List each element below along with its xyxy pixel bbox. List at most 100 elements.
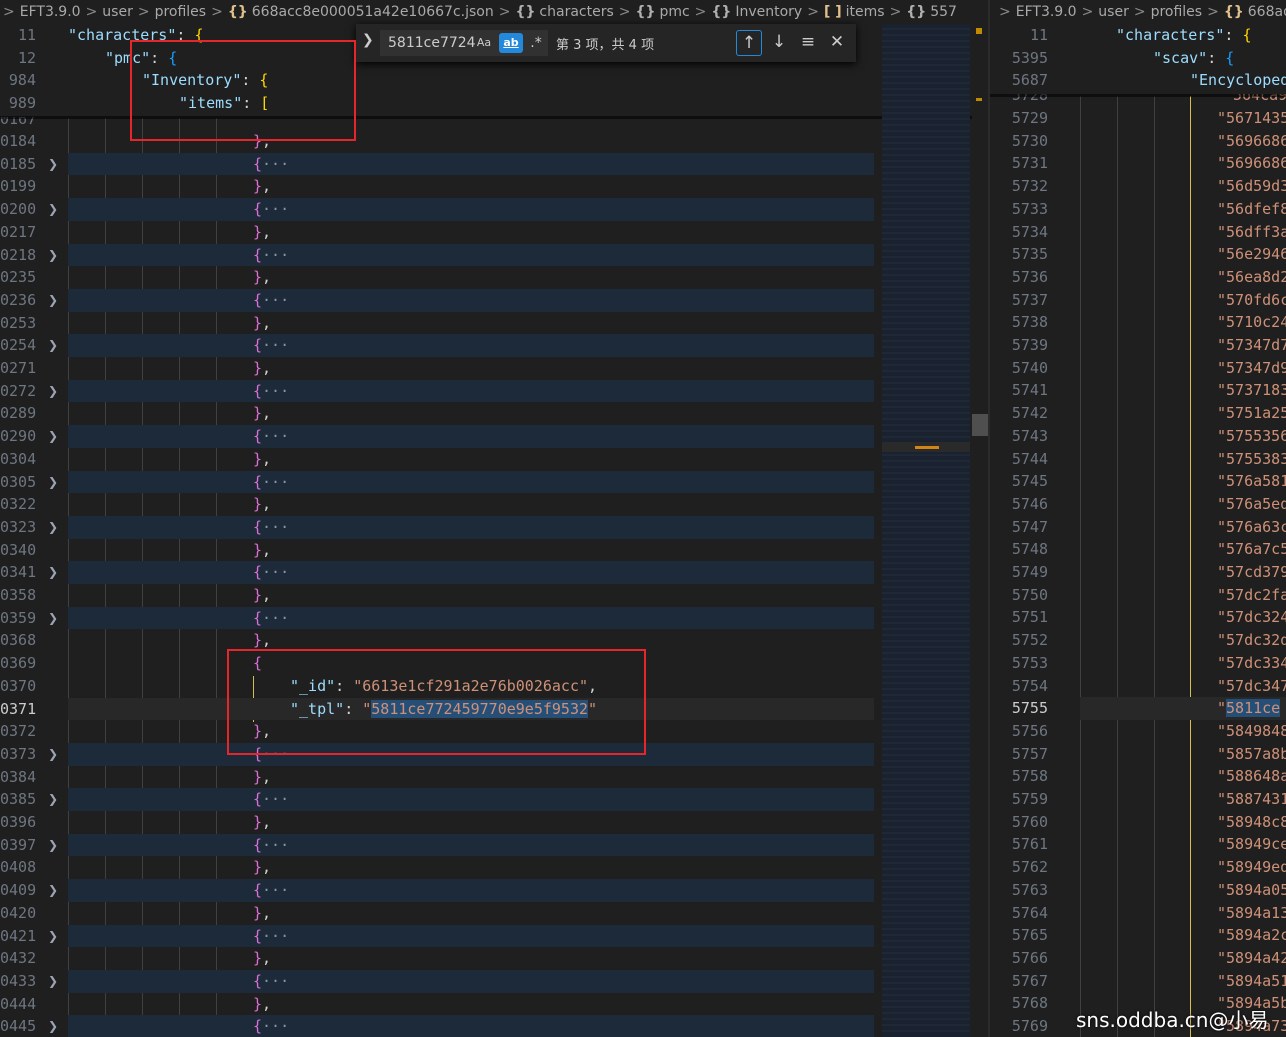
left-editor-pane[interactable]: > EFT3.9.0 > user > profiles >{} 668acc8e000051… (0, 0, 988, 1037)
folded-object-line[interactable]: 0323 ❯ {··· (0, 515, 988, 539)
code-line[interactable]: 5751 "57dc324 (990, 606, 1286, 629)
json-string-value[interactable]: "5737183 (1217, 379, 1286, 402)
breadcrumb-item[interactable]: profiles (155, 0, 207, 24)
json-string-value[interactable]: "5696686 (1217, 130, 1286, 153)
code-line[interactable]: 0271}, (0, 357, 988, 380)
chevron-right-icon[interactable]: ❯ (48, 879, 58, 902)
code-line[interactable]: 5731 "5696686 (990, 152, 1286, 175)
json-string-value[interactable]: "58949ed (1217, 856, 1286, 879)
breadcrumb-item[interactable]: characters (539, 0, 613, 24)
json-string-value[interactable]: "56d59d3 (1217, 175, 1286, 198)
code-line[interactable]: 5755 "5811ce (990, 697, 1286, 720)
code-line[interactable]: 5757 "5857a8b (990, 743, 1286, 766)
json-string-value[interactable]: "5849848 (1217, 720, 1286, 743)
json-string-value[interactable]: "57347d9 (1217, 357, 1286, 380)
json-string-value[interactable]: "5710c24 (1217, 311, 1286, 334)
json-string-value[interactable]: "5894a2c (1217, 924, 1286, 947)
code-line[interactable]: 0340}, (0, 539, 988, 562)
json-string-value[interactable]: "5887431 (1217, 788, 1286, 811)
json-string-value[interactable]: "57dc32d (1217, 629, 1286, 652)
arrow-up-icon[interactable]: ↑ (736, 30, 762, 56)
json-string-value[interactable]: "58948c8 (1217, 811, 1286, 834)
chevron-right-icon[interactable]: ❯ (48, 153, 58, 176)
sticky-line[interactable]: 989 "items": [ (0, 92, 988, 115)
code-line[interactable]: 5729 "5671435 (990, 107, 1286, 130)
whole-word-toggle[interactable]: ab (499, 33, 523, 53)
code-line[interactable]: 5762 "58949ed (990, 856, 1286, 879)
json-string-value[interactable]: "57347d7 (1217, 334, 1286, 357)
code-line[interactable]: 5744 "5755383 (990, 448, 1286, 471)
code-line[interactable]: 0199}, (0, 175, 988, 198)
chevron-right-icon[interactable]: ❯ (48, 743, 58, 766)
folded-object-line[interactable]: 0409 ❯ {··· (0, 879, 988, 902)
code-line[interactable]: 5742 "5751a25 (990, 402, 1286, 425)
folded-object-line[interactable]: 0373 ❯ {··· (0, 742, 988, 766)
code-line[interactable]: 0432}, (0, 947, 988, 970)
folded-object-line[interactable]: 0185 ❯ {··· (0, 152, 988, 176)
folded-object-line[interactable]: 0290 ❯ {··· (0, 425, 988, 448)
scrollbar-thumb[interactable] (972, 414, 988, 436)
sticky-line[interactable]: 5687 "Encyclopedi (990, 69, 1286, 92)
code-line[interactable]: 5747 "576a63c (990, 516, 1286, 539)
code-line[interactable]: 5756 "5849848 (990, 720, 1286, 743)
code-line[interactable]: 0358}, (0, 584, 988, 607)
code-line[interactable]: 0444}, (0, 993, 988, 1016)
folded-object-line[interactable]: 0200 ❯ {··· (0, 198, 988, 221)
folded-object-line[interactable]: 0341 ❯ {··· (0, 561, 988, 584)
sticky-line[interactable]: 5395 "scav": { (990, 47, 1286, 70)
json-string-value[interactable]: "57dc334 (1217, 652, 1286, 675)
code-line[interactable]: 0372}, (0, 720, 988, 743)
close-icon[interactable]: ✕ (824, 30, 850, 56)
code-line[interactable]: 5761 "58949ce (990, 833, 1286, 856)
chevron-right-icon[interactable]: ❯ (48, 925, 58, 948)
chevron-right-icon[interactable]: ❯ (48, 244, 58, 267)
code-line[interactable]: 0289}, (0, 402, 988, 425)
right-editor-pane[interactable]: >EFT3.9.0>user>profiles>{}668ad2a3c 5728… (990, 0, 1286, 1037)
json-string-value[interactable]: "5857a8b (1217, 743, 1286, 766)
json-string-value[interactable]: "5894a42 (1217, 947, 1286, 970)
folded-object-line[interactable]: 0445 ❯ {··· (0, 1015, 988, 1037)
folded-object-line[interactable]: 0236 ❯ {··· (0, 288, 988, 312)
code-line[interactable]: 5764 "5894a13 (990, 902, 1286, 925)
json-string-value[interactable]: "57dc2fa (1217, 584, 1286, 607)
code-line[interactable]: 0384}, (0, 766, 988, 789)
arrow-down-icon[interactable]: ↓ (766, 30, 792, 56)
json-string-value[interactable]: "56e2946 (1217, 243, 1286, 266)
breadcrumb-item[interactable]: pmc (659, 0, 689, 24)
breadcrumb-item[interactable]: 668ad2a3c (1248, 0, 1286, 24)
json-string-value[interactable]: "57dc324 (1217, 606, 1286, 629)
code-line[interactable]: 0217}, (0, 221, 988, 244)
code-line[interactable]: 0322}, (0, 493, 988, 516)
left-breadcrumb[interactable]: > EFT3.9.0 > user > profiles >{} 668acc8e000051… (0, 0, 957, 24)
chevron-right-icon[interactable]: ❯ (48, 561, 58, 584)
sticky-line[interactable]: 11 "characters": { (990, 24, 1286, 47)
chevron-right-icon[interactable]: ❯ (48, 1015, 58, 1037)
json-string-value[interactable]: "576a581 (1217, 470, 1286, 493)
code-line[interactable]: 0369 { (0, 652, 988, 675)
code-line[interactable]: 5740 "57347d9 (990, 357, 1286, 380)
code-line[interactable]: 0371 "_tpl": "5811ce772459770e9e5f9532" (0, 697, 988, 721)
json-string-value[interactable]: "56dff3a (1217, 221, 1286, 244)
chevron-right-icon[interactable]: ❯ (48, 334, 58, 357)
code-line[interactable]: 5760 "58948c8 (990, 811, 1286, 834)
folded-object-line[interactable]: 0433 ❯ {··· (0, 969, 988, 993)
code-line[interactable]: 5754 "57dc347 (990, 675, 1286, 698)
json-string-value[interactable]: "5811ce (1217, 697, 1281, 720)
code-line[interactable]: 0420}, (0, 902, 988, 925)
json-string-value[interactable]: "5755383 (1217, 448, 1286, 471)
json-string-value[interactable]: "576a7c5 (1217, 538, 1286, 561)
code-line[interactable]: 5750 "57dc2fa (990, 584, 1286, 607)
code-line[interactable]: 0184}, (0, 130, 988, 153)
find-in-selection-icon[interactable]: ≡ (795, 30, 821, 56)
code-line[interactable]: 5766 "5894a42 (990, 947, 1286, 970)
breadcrumb-item[interactable]: EFT3.9.0 (1016, 0, 1077, 24)
code-line[interactable]: 5741 "5737183 (990, 379, 1286, 402)
code-line[interactable]: 5748 "576a7c5 (990, 538, 1286, 561)
json-string-value[interactable]: "5751a25 (1217, 402, 1286, 425)
chevron-right-icon[interactable]: ❯ (48, 198, 58, 221)
breadcrumb-item[interactable]: 668acc8e000051a42e10667c.json (252, 0, 494, 24)
code-line[interactable]: 5738 "5710c24 (990, 311, 1286, 334)
json-string-value[interactable]: "576a63c (1217, 516, 1286, 539)
json-string-value[interactable]: "5894a05 (1217, 879, 1286, 902)
code-line[interactable]: 5730 "5696686 (990, 130, 1286, 153)
